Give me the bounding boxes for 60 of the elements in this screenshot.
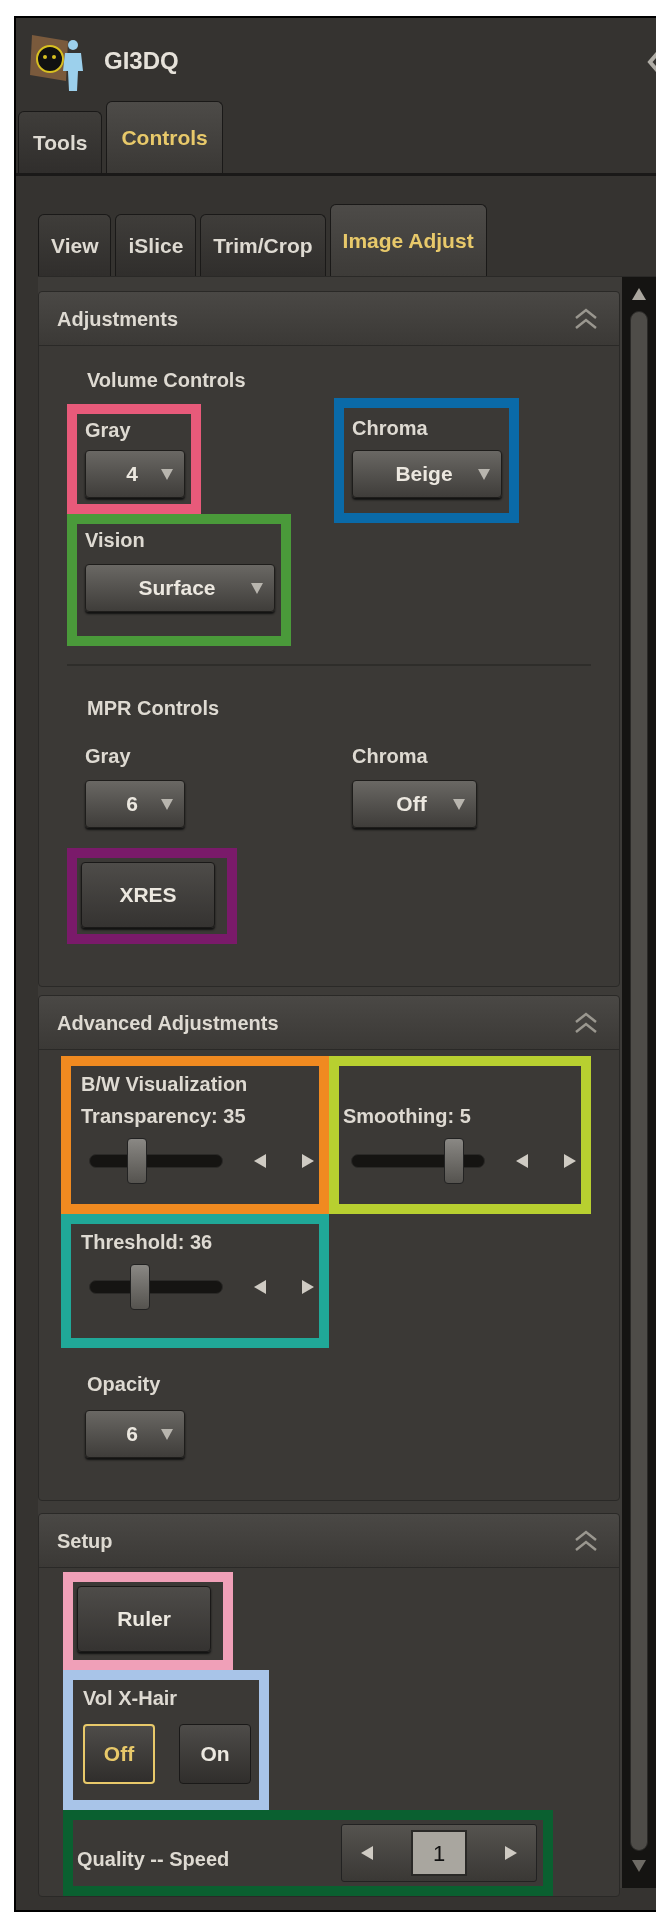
dropdown[interactable]: Off <box>352 780 477 828</box>
slider-thumb[interactable] <box>127 1138 148 1184</box>
tab[interactable]: Tools <box>18 111 103 173</box>
slider[interactable] <box>89 1138 223 1184</box>
control-label: Chroma <box>352 744 429 768</box>
tab[interactable]: Trim/Crop <box>200 214 326 276</box>
scroll-up-icon <box>631 287 647 301</box>
caret-icon <box>160 1427 174 1441</box>
slider[interactable] <box>89 1264 223 1310</box>
scroll-down-icon <box>631 1859 647 1873</box>
control-label: Vision <box>85 528 146 552</box>
caret-icon <box>452 797 466 811</box>
section-header[interactable]: Adjustments <box>39 292 619 346</box>
control-label: Volume Controls <box>87 368 247 392</box>
right-arrow-icon <box>504 1845 518 1861</box>
control-label: Chroma <box>352 416 429 440</box>
control-label: Opacity <box>87 1372 162 1396</box>
left-arrow-icon <box>253 1153 267 1169</box>
section-header[interactable]: Advanced Adjustments <box>39 996 619 1050</box>
tab[interactable]: Controls <box>106 101 223 173</box>
section-header[interactable]: Setup <box>39 1514 619 1568</box>
control-label: Smoothing: 5 <box>343 1104 472 1128</box>
tab[interactable]: Image Adjust <box>329 204 487 276</box>
left-arrow-icon <box>253 1279 267 1295</box>
control-label: Quality -- Speed <box>77 1847 231 1871</box>
window-title: GI3DQ <box>104 46 179 76</box>
caret-icon <box>160 797 174 811</box>
dropdown[interactable]: 6 <box>85 780 185 828</box>
scroll-thumb[interactable] <box>630 311 648 1851</box>
right-arrow-icon <box>301 1279 315 1295</box>
toggle-button[interactable]: On <box>179 1724 251 1784</box>
push-button[interactable]: Ruler <box>77 1586 211 1652</box>
slider-thumb[interactable] <box>129 1264 150 1310</box>
right-arrow-icon <box>563 1153 577 1169</box>
caret-icon <box>250 581 264 595</box>
caret-icon <box>477 467 491 481</box>
slider[interactable] <box>351 1138 485 1184</box>
control-label: MPR Controls <box>87 696 221 720</box>
control-label: Gray <box>85 744 132 768</box>
control-label: Threshold: 36 <box>81 1230 214 1254</box>
tab[interactable]: iSlice <box>115 214 197 276</box>
tab[interactable]: View <box>38 214 112 276</box>
stepper-value: 1 <box>411 1830 467 1876</box>
slider-thumb[interactable] <box>444 1138 465 1184</box>
toggle-button[interactable]: Off <box>83 1724 155 1784</box>
control-label: B/W Visualization <box>81 1072 249 1096</box>
control-label: Transparency: 35 <box>81 1104 247 1128</box>
dropdown[interactable]: Beige <box>352 450 502 498</box>
caret-icon <box>160 467 174 481</box>
right-arrow-icon <box>301 1153 315 1169</box>
left-arrow-icon <box>360 1845 374 1861</box>
control-label: Gray <box>85 418 132 442</box>
dropdown[interactable]: 6 <box>85 1410 185 1458</box>
dropdown[interactable]: 4 <box>85 450 185 498</box>
scrollbar[interactable] <box>622 277 656 1888</box>
dropdown[interactable]: Surface <box>85 564 275 612</box>
left-arrow-icon <box>515 1153 529 1169</box>
control-label: Vol X-Hair <box>83 1686 179 1710</box>
stepper[interactable]: 1 <box>341 1824 537 1882</box>
push-button[interactable]: XRES <box>81 862 215 928</box>
